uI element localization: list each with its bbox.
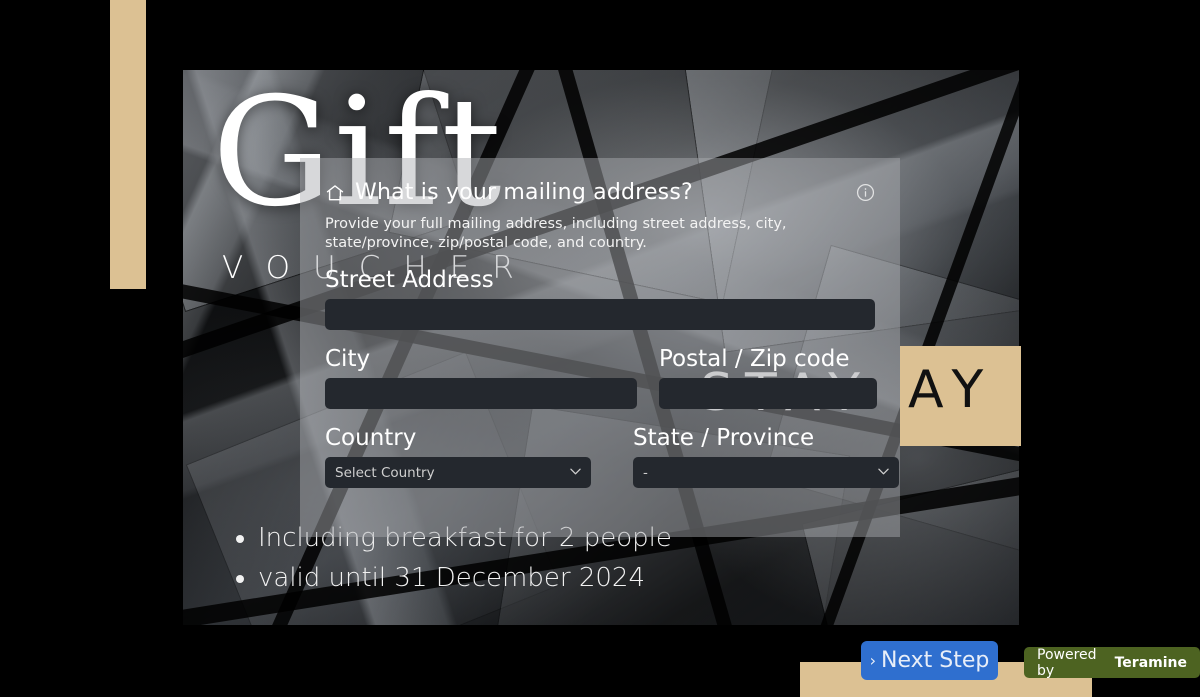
chevron-right-icon: ›: [869, 651, 877, 670]
country-select-wrapper: Select Country: [325, 457, 591, 488]
state-province-label: State / Province: [633, 425, 815, 451]
street-address-label: Street Address: [325, 267, 494, 293]
country-select[interactable]: Select Country: [325, 457, 591, 488]
powered-by-text: Powered by: [1037, 646, 1097, 679]
postal-field-group: Postal / Zip code: [659, 332, 877, 409]
info-icon[interactable]: [856, 183, 875, 202]
postal-zip-label: Postal / Zip code: [659, 346, 850, 372]
form-question-title: What is your mailing address?: [355, 180, 693, 205]
country-field-group: Country Select Country: [325, 411, 591, 488]
country-state-row: Country Select Country State / Province …: [325, 411, 899, 488]
city-input[interactable]: [325, 378, 637, 409]
tan-accent-box-right: AY: [900, 346, 1021, 446]
state-field-group: State / Province -: [633, 411, 899, 488]
form-header: What is your mailing address?: [325, 180, 875, 205]
tan-accent-bar-left: [110, 0, 146, 289]
question-row: What is your mailing address?: [325, 180, 693, 205]
screen-root: Gift VOUCHER STAY Including breakfast fo…: [0, 0, 1200, 697]
list-item: valid until 31 December 2024: [258, 562, 672, 594]
postal-zip-input[interactable]: [659, 378, 877, 409]
powered-by-brand: Teramine: [1114, 654, 1187, 671]
state-select-wrapper: -: [633, 457, 899, 488]
next-step-label: Next Step: [881, 648, 990, 673]
home-icon: [326, 184, 344, 200]
tan-box-text: AY: [908, 360, 996, 420]
state-province-select[interactable]: -: [633, 457, 899, 488]
next-step-button[interactable]: › Next Step: [861, 641, 998, 680]
country-label: Country: [325, 425, 417, 451]
city-postal-row: City Postal / Zip code: [325, 332, 877, 409]
street-address-input[interactable]: [325, 299, 875, 330]
city-field-group: City: [325, 332, 637, 409]
form-description: Provide your full mailing address, inclu…: [325, 216, 787, 251]
powered-by-badge[interactable]: Powered by Teramine: [1024, 646, 1200, 679]
city-label: City: [325, 346, 371, 372]
mailing-address-form-overlay: What is your mailing address? Provide yo…: [300, 158, 900, 537]
